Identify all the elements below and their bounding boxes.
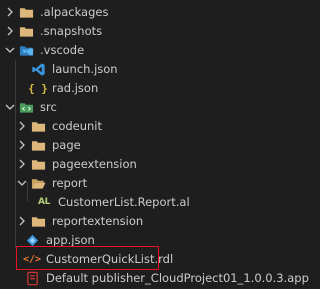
folder-open-icon bbox=[30, 175, 46, 191]
app-file-icon bbox=[24, 270, 40, 286]
tree-item-label: rad.json bbox=[52, 81, 99, 95]
chevron-right-icon[interactable] bbox=[14, 118, 30, 134]
tree-item-label: codeunit bbox=[52, 119, 103, 133]
tree-item-label: src bbox=[40, 100, 57, 114]
vscode-icon bbox=[30, 61, 46, 77]
src-folder-icon bbox=[18, 99, 34, 115]
tree-item-label: reportextension bbox=[52, 214, 144, 228]
chevron-down-icon[interactable] bbox=[2, 99, 18, 115]
chevron-down-icon[interactable] bbox=[14, 175, 30, 191]
tree-item-label: page bbox=[52, 138, 81, 152]
vscode-folder-icon bbox=[18, 42, 34, 58]
tree-item-label: Default publisher_CloudProject01_1.0.0.3… bbox=[46, 271, 309, 285]
code-file-icon: </> bbox=[22, 253, 42, 265]
folder-icon bbox=[18, 4, 34, 20]
chevron-down-icon[interactable] bbox=[2, 42, 18, 58]
chevron-right-icon[interactable] bbox=[14, 156, 30, 172]
folder-icon bbox=[30, 118, 46, 134]
chevron-right-icon[interactable] bbox=[14, 137, 30, 153]
tree-item-label: .alpackages bbox=[40, 5, 109, 19]
folder-icon bbox=[30, 156, 46, 172]
folder-icon bbox=[30, 213, 46, 229]
al-file-icon: AL bbox=[37, 197, 51, 207]
tree-item-label: .snapshots bbox=[40, 24, 103, 38]
chevron-right-icon[interactable] bbox=[2, 23, 18, 39]
tree-item-label: CustomerQuickList.rdl bbox=[46, 252, 174, 266]
tree-item-label: launch.json bbox=[52, 62, 118, 76]
tree-item-label: CustomerList.Report.al bbox=[58, 195, 190, 209]
chevron-right-icon[interactable] bbox=[2, 4, 18, 20]
tree-item-label: .vscode bbox=[40, 43, 85, 57]
chevron-right-icon[interactable] bbox=[14, 213, 30, 229]
tree-item-default-publisher-app[interactable]: Default publisher_CloudProject01_1.0.0.3… bbox=[0, 267, 309, 289]
json-braces-icon: { } bbox=[28, 81, 48, 95]
tree-item-label: app.json bbox=[46, 233, 95, 247]
tree-item-label: report bbox=[52, 176, 88, 190]
folder-icon bbox=[18, 23, 34, 39]
tree-item-label: pageextension bbox=[52, 157, 137, 171]
folder-icon bbox=[30, 137, 46, 153]
